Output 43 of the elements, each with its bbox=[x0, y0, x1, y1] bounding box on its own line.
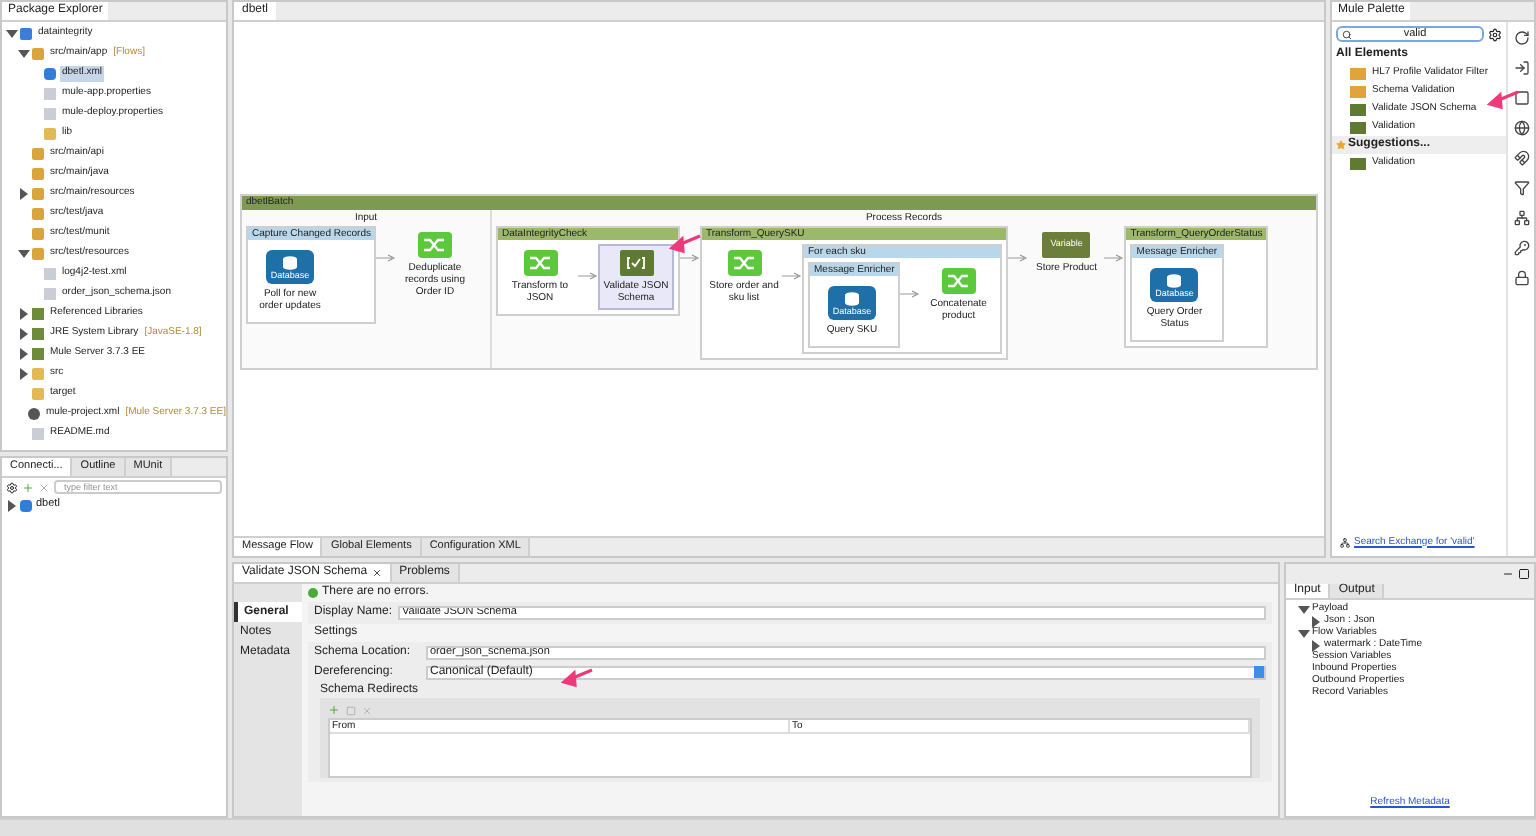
collapsed-arrow-icon[interactable] bbox=[18, 348, 30, 360]
expanded-arrow-icon[interactable] bbox=[1298, 604, 1310, 616]
maximize-icon[interactable] bbox=[1518, 568, 1530, 580]
collapsed-arrow-icon[interactable] bbox=[18, 328, 30, 340]
expanded-arrow-icon[interactable] bbox=[18, 248, 30, 260]
key-icon[interactable] bbox=[1513, 240, 1529, 256]
enter-icon[interactable] bbox=[1513, 60, 1529, 76]
refresh-icon[interactable] bbox=[1513, 30, 1529, 46]
flow-arrow bbox=[1104, 254, 1125, 262]
settings-icon[interactable] bbox=[6, 481, 18, 493]
flow-arrow bbox=[578, 272, 598, 280]
flow-arrow bbox=[900, 290, 921, 298]
collapsed-arrow-icon[interactable] bbox=[18, 368, 30, 380]
success-icon bbox=[308, 588, 318, 598]
annotation-arrow bbox=[1484, 90, 1520, 110]
collapsed-arrow-icon[interactable] bbox=[18, 188, 30, 200]
annotation-arrow bbox=[666, 234, 702, 254]
transformer-icon bbox=[523, 250, 557, 276]
expanded-arrow-icon[interactable] bbox=[1298, 628, 1310, 640]
minimize-icon[interactable] bbox=[1502, 568, 1514, 580]
flow-arrow bbox=[782, 272, 802, 280]
collapsed-arrow-icon[interactable] bbox=[6, 499, 18, 511]
expanded-arrow-icon[interactable] bbox=[6, 28, 18, 40]
settings-icon[interactable] bbox=[1488, 27, 1502, 41]
flow-arrow bbox=[680, 254, 700, 262]
transformer-icon bbox=[941, 268, 976, 294]
annotation-arrow bbox=[558, 668, 594, 688]
globe-icon[interactable] bbox=[1513, 120, 1529, 136]
magnet-icon[interactable] bbox=[1513, 150, 1529, 166]
flow-arrow bbox=[376, 254, 397, 262]
search-icon bbox=[1342, 29, 1352, 39]
collapsed-arrow-icon[interactable] bbox=[1310, 616, 1322, 628]
collapsed-arrow-icon[interactable] bbox=[1310, 640, 1322, 652]
star-icon bbox=[1336, 140, 1346, 150]
frame-icon[interactable] bbox=[1513, 90, 1529, 106]
flow-arrow bbox=[1008, 254, 1029, 262]
collapsed-arrow-icon[interactable] bbox=[18, 308, 30, 320]
network-icon[interactable] bbox=[1513, 210, 1529, 226]
exchange-icon bbox=[1340, 537, 1350, 548]
transformer-icon bbox=[417, 232, 452, 258]
expanded-arrow-icon[interactable] bbox=[18, 48, 30, 60]
lock-icon[interactable] bbox=[1513, 270, 1529, 286]
transformer-icon bbox=[727, 250, 761, 276]
